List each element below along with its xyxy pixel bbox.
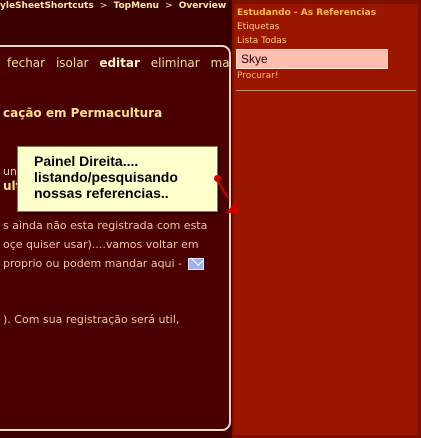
tiddler-toolbar: fechar isolar editar eliminar mais [7, 56, 229, 70]
tiddler-title: cação em Permacultura [3, 106, 163, 120]
body-text-line: oçe quiser usar)....vamos voltar em [3, 238, 199, 251]
callout-line: nossas referencias.. [34, 185, 169, 201]
eliminar-button[interactable]: eliminar [151, 56, 200, 70]
body-text-line: s ainda não esta registrada com esta [3, 219, 208, 232]
isolar-button[interactable]: isolar [56, 56, 89, 70]
callout-line: Painel Direita.... [34, 153, 139, 169]
sidebar-link-etiquetas[interactable]: Etiquetas [237, 22, 279, 32]
right-sidebar: Estudando - As Referencias Etiquetas Lis… [232, 0, 421, 438]
breadcrumb-separator: > [165, 1, 173, 11]
callout-line: listando/pesquisando [34, 169, 178, 185]
body-text-line: ). Com sua registração será util, [3, 313, 180, 326]
main-content-panel: fechar isolar editar eliminar mais cação… [0, 45, 231, 431]
mais-button[interactable]: mais [211, 56, 229, 70]
breadcrumb: yleSheetShortcuts > TopMenu > Overview [0, 0, 232, 14]
breadcrumb-item-topmenu[interactable]: TopMenu [114, 1, 159, 11]
editar-button[interactable]: editar [99, 56, 140, 70]
body-text-line-with-mail: proprio ou podem mandar aqui - [3, 257, 204, 270]
body-text: proprio ou podem mandar aqui - [3, 257, 183, 270]
divider [236, 90, 416, 91]
breadcrumb-item-overview[interactable]: Overview [179, 1, 226, 11]
search-input[interactable] [236, 49, 388, 69]
annotation-callout: Painel Direita.... listando/pesquisando … [17, 146, 218, 212]
right-sidebar-inner: Estudando - As Referencias Etiquetas Lis… [234, 4, 418, 435]
sidebar-link-lista-todas[interactable]: Lista Todas [237, 36, 287, 46]
mail-icon[interactable] [187, 258, 204, 270]
sidebar-title: Estudando - As Referencias [237, 8, 377, 18]
fechar-button[interactable]: fechar [7, 56, 45, 70]
breadcrumb-separator: > [99, 1, 108, 11]
search-button[interactable]: Procurar! [237, 71, 278, 81]
breadcrumb-item-stylesheetshortcuts[interactable]: yleSheetShortcuts [0, 1, 94, 11]
